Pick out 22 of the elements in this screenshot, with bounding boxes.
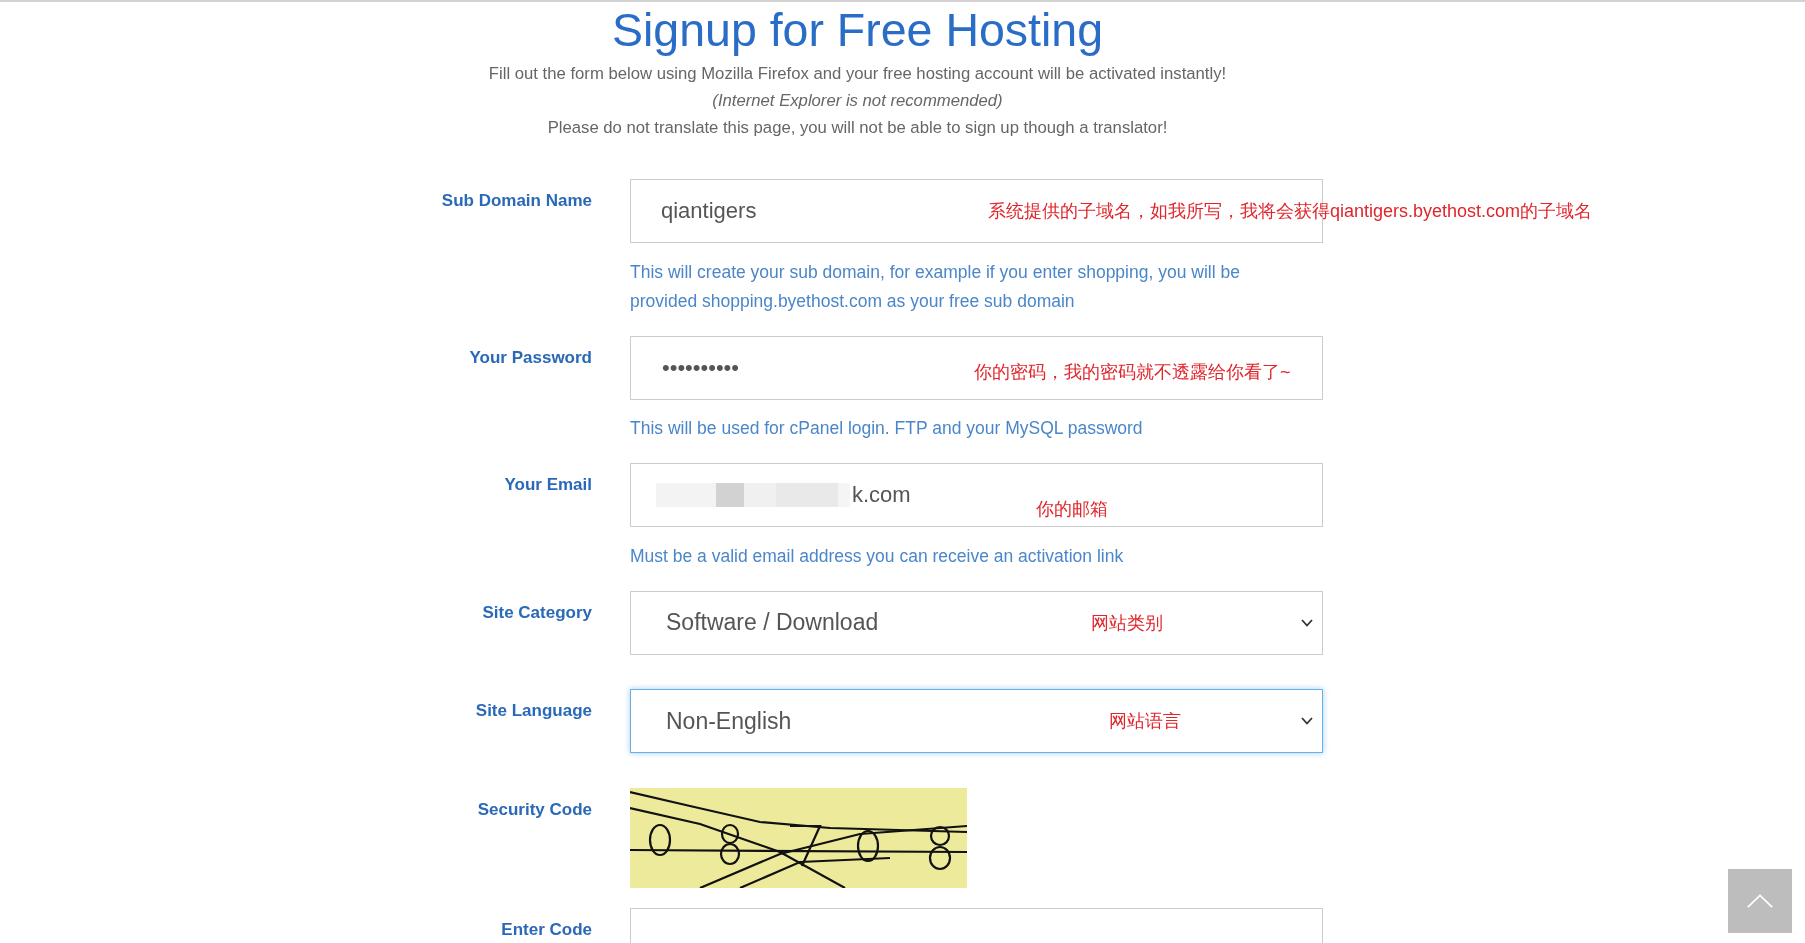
field-label: Security Code: [477, 798, 592, 821]
annotation-text: 你的密码，我的密码就不透露给你看了~: [974, 360, 1291, 383]
page-title: Signup for Free Hosting: [611, 3, 1104, 58]
chevron-down-icon: [1301, 618, 1313, 627]
field-label: Site Language: [475, 700, 592, 722]
field-label: Site Category: [482, 601, 592, 624]
field-label: Your Password: [469, 346, 592, 369]
help-text: This will be used for cPanel login. FTP and your MySQL password: [630, 417, 1144, 440]
annotation-text: 网站类别: [1091, 611, 1163, 634]
field-label: Enter Code: [501, 918, 592, 941]
intro-text: Fill out the form below using Mozilla Firefox and your free hosting account will be activated instantly!: [488, 63, 1227, 85]
annotation-text: 你的邮箱: [1036, 498, 1108, 520]
intro-text: (Internet Explorer is not recommended): [712, 90, 1003, 112]
help-text: This will create your sub domain, for example if you enter shopping, you will be provided shopping.byethost.com as your free sub domain: [630, 260, 1241, 313]
annotation-text: 网站语言: [1109, 710, 1181, 732]
help-text: Must be a valid email address you can receive an activation link: [630, 544, 1125, 568]
chevron-down-icon: [1301, 717, 1313, 725]
chevron-up-icon: [1747, 894, 1773, 908]
field-label: Sub Domain Name: [441, 190, 592, 212]
back-to-top-button[interactable]: [1728, 869, 1792, 933]
intro-text: Please do not translate this page, you will not be able to sign up though a translator!: [547, 117, 1168, 139]
field-label: Your Email: [504, 474, 592, 496]
